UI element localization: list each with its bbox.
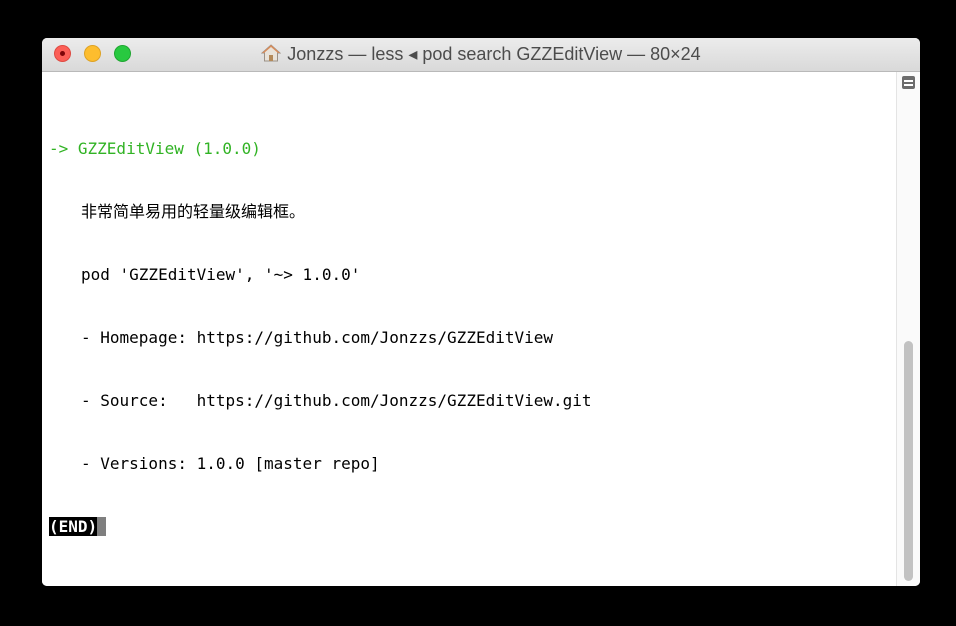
source-line: - Source: https://github.com/Jonzzs/GZZE… xyxy=(81,391,592,410)
versions-line: - Versions: 1.0.0 [master repo] xyxy=(81,454,380,473)
terminal-window: Jonzzs — less ◂ pod search GZZEditView —… xyxy=(42,38,920,586)
text-cursor xyxy=(97,517,107,536)
end-marker: (END) xyxy=(49,517,98,536)
pod-summary-line: 非常简单易用的轻量级编辑框。 xyxy=(81,202,306,221)
home-icon xyxy=(260,40,282,73)
scrollbar-thumb[interactable] xyxy=(904,341,913,581)
pod-header-line: -> GZZEditView (1.0.0) xyxy=(49,139,261,158)
split-pane-icon[interactable] xyxy=(902,76,915,89)
terminal-content[interactable]: -> GZZEditView (1.0.0) 非常简单易用的轻量级编辑框。 po… xyxy=(42,72,897,586)
pod-install-line: pod 'GZZEditView', '~> 1.0.0' xyxy=(81,265,361,284)
title-bar[interactable]: Jonzzs — less ◂ pod search GZZEditView —… xyxy=(42,38,920,72)
terminal-output: -> GZZEditView (1.0.0) 非常简单易用的轻量级编辑框。 po… xyxy=(49,96,592,579)
vertical-scrollbar[interactable] xyxy=(896,72,920,586)
window-title-container: Jonzzs — less ◂ pod search GZZEditView —… xyxy=(42,38,920,71)
homepage-line: - Homepage: https://github.com/Jonzzs/GZ… xyxy=(81,328,554,347)
window-title: Jonzzs — less ◂ pod search GZZEditView —… xyxy=(287,44,701,64)
